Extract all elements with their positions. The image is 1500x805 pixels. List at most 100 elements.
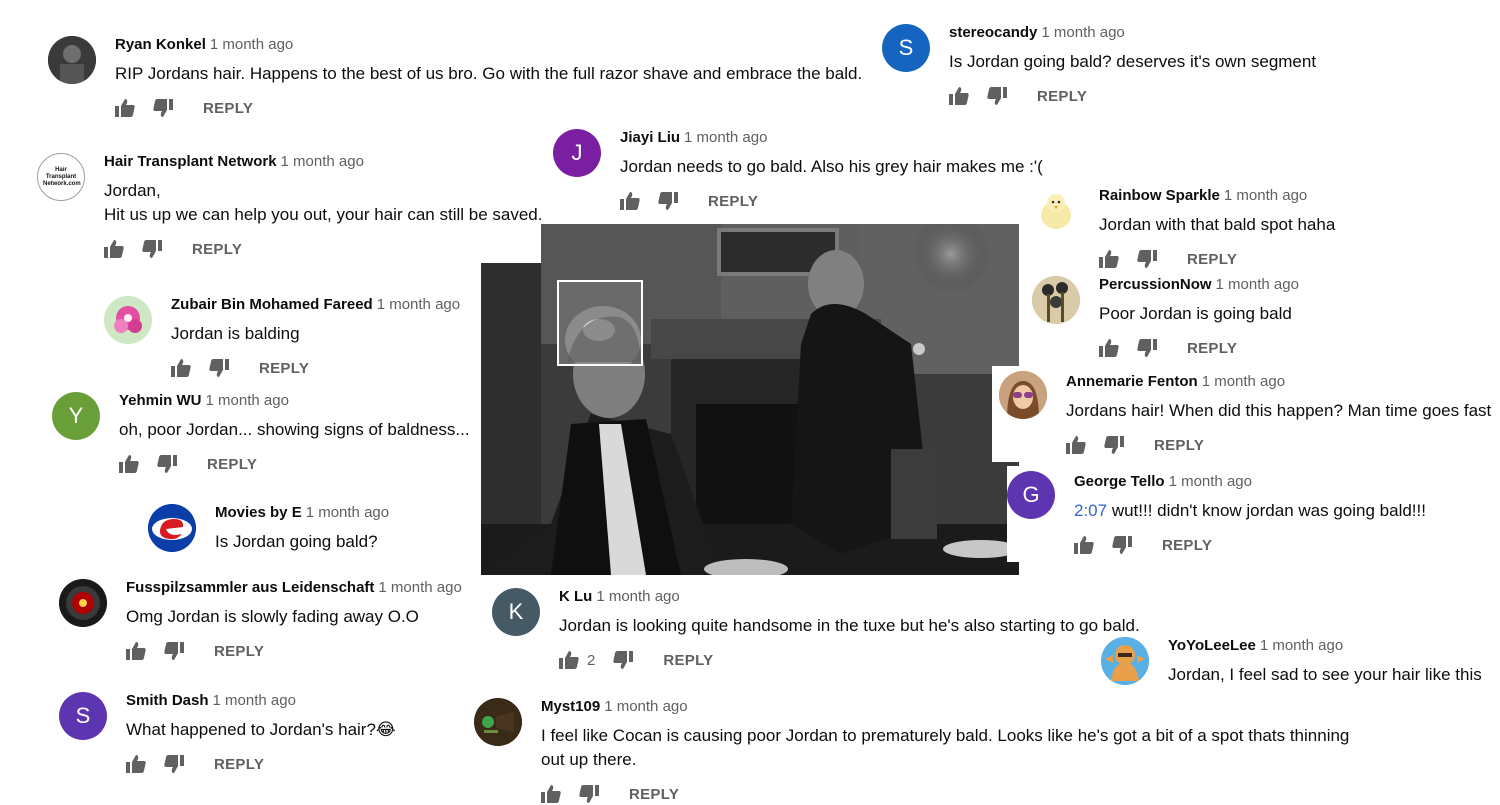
comment-time[interactable]: 1 month ago [684, 129, 767, 146]
avatar[interactable] [1032, 187, 1080, 235]
comment-author[interactable]: Rainbow Sparkle [1099, 187, 1220, 204]
drumsticks-icon [1032, 276, 1080, 324]
thumb-down-icon [1137, 250, 1157, 268]
like-button[interactable] [620, 192, 640, 210]
comment-time[interactable]: 1 month ago [604, 698, 687, 715]
comment-author[interactable]: stereocandy [949, 24, 1037, 41]
comment-author[interactable]: Hair Transplant Network [104, 153, 277, 170]
dislike-button[interactable] [142, 240, 162, 258]
comment-time[interactable]: 1 month ago [1224, 187, 1307, 204]
reply-button[interactable]: REPLY [708, 193, 758, 210]
dislike-button[interactable] [1104, 436, 1124, 454]
comment-author[interactable]: Yehmin WU [119, 392, 202, 409]
dislike-button[interactable] [579, 785, 599, 803]
comment-author[interactable]: George Tello [1074, 473, 1165, 490]
avatar[interactable] [104, 296, 152, 344]
dislike-button[interactable] [1137, 250, 1157, 268]
reply-button[interactable]: REPLY [192, 241, 242, 258]
comment-time[interactable]: 1 month ago [1041, 24, 1124, 41]
dislike-button[interactable] [1112, 536, 1132, 554]
avatar[interactable]: S [882, 24, 930, 72]
comment-time[interactable]: 1 month ago [210, 36, 293, 53]
timestamp-link[interactable]: 2:07 [1074, 501, 1107, 520]
comment-line: RIP Jordans hair. Happens to the best of… [115, 64, 863, 83]
reply-button[interactable]: REPLY [1187, 340, 1237, 357]
like-button[interactable]: 2 [559, 651, 595, 669]
like-button[interactable] [119, 455, 139, 473]
video-scene [481, 224, 1019, 575]
comment-time[interactable]: 1 month ago [213, 692, 296, 709]
avatar[interactable]: G [1007, 471, 1055, 519]
comment-time[interactable]: 1 month ago [378, 579, 461, 596]
dislike-button[interactable] [209, 359, 229, 377]
avatar[interactable] [1032, 276, 1080, 324]
comment-line: Jordan with that bald spot haha [1099, 215, 1336, 234]
thumb-up-icon [104, 240, 124, 258]
dislike-button[interactable] [164, 755, 184, 773]
comment-time[interactable]: 1 month ago [1216, 276, 1299, 293]
comment-author[interactable]: K Lu [559, 588, 592, 605]
reply-button[interactable]: REPLY [214, 756, 264, 773]
reply-button[interactable]: REPLY [1187, 251, 1237, 268]
avatar[interactable]: K [492, 588, 540, 636]
avatar[interactable] [999, 371, 1047, 419]
comment-author[interactable]: PercussionNow [1099, 276, 1212, 293]
dislike-button[interactable] [987, 87, 1007, 105]
comment-time[interactable]: 1 month ago [206, 392, 289, 409]
comment-hair-transplant-network: Hair Transplant Network.com Hair Transpl… [37, 153, 542, 261]
dislike-button[interactable] [153, 99, 173, 117]
reply-button[interactable]: REPLY [203, 100, 253, 117]
comment-author[interactable]: Annemarie Fenton [1066, 373, 1198, 390]
like-button[interactable] [126, 755, 146, 773]
comment-time[interactable]: 1 month ago [281, 153, 364, 170]
thumb-down-icon [209, 359, 229, 377]
avatar[interactable]: S [59, 692, 107, 740]
comment-author[interactable]: YoYoLeeLee [1168, 637, 1256, 654]
like-button[interactable] [104, 240, 124, 258]
like-button[interactable] [115, 99, 135, 117]
comment-time[interactable]: 1 month ago [1202, 373, 1285, 390]
like-button[interactable] [541, 785, 561, 803]
like-button[interactable] [126, 642, 146, 660]
like-button[interactable] [949, 87, 969, 105]
comment-time[interactable]: 1 month ago [306, 504, 389, 521]
comment-author[interactable]: Movies by E [215, 504, 302, 521]
reply-button[interactable]: REPLY [214, 643, 264, 660]
thumb-up-icon [1099, 250, 1119, 268]
dislike-button[interactable] [164, 642, 184, 660]
avatar[interactable] [59, 579, 107, 627]
comment-line: Jordan is balding [171, 324, 300, 343]
comment-time[interactable]: 1 month ago [377, 296, 460, 313]
like-button[interactable] [171, 359, 191, 377]
reply-button[interactable]: REPLY [663, 652, 713, 669]
like-button[interactable] [1074, 536, 1094, 554]
comment-author[interactable]: Fusspilzsammler aus Leidenschaft [126, 579, 374, 596]
comment-author[interactable]: Ryan Konkel [115, 36, 206, 53]
comment-time[interactable]: 1 month ago [596, 588, 679, 605]
like-button[interactable] [1099, 250, 1119, 268]
avatar[interactable] [48, 36, 96, 84]
avatar[interactable]: Hair Transplant Network.com [37, 153, 85, 201]
reply-button[interactable]: REPLY [207, 456, 257, 473]
reply-button[interactable]: REPLY [259, 360, 309, 377]
comment-author[interactable]: Smith Dash [126, 692, 209, 709]
dislike-button[interactable] [157, 455, 177, 473]
comment-author[interactable]: Jiayi Liu [620, 129, 680, 146]
reply-button[interactable]: REPLY [1162, 537, 1212, 554]
dislike-button[interactable] [613, 651, 634, 669]
avatar[interactable]: J [553, 129, 601, 177]
avatar[interactable] [1101, 637, 1149, 685]
dislike-button[interactable] [1137, 339, 1157, 357]
comment-time[interactable]: 1 month ago [1260, 637, 1343, 654]
comment-author[interactable]: Zubair Bin Mohamed Fareed [171, 296, 373, 313]
avatar[interactable] [148, 504, 196, 552]
avatar[interactable]: Y [52, 392, 100, 440]
comment-time[interactable]: 1 month ago [1169, 473, 1252, 490]
reply-button[interactable]: REPLY [1037, 88, 1087, 105]
dislike-button[interactable] [658, 192, 678, 210]
avatar[interactable] [474, 698, 522, 746]
like-button[interactable] [1066, 436, 1086, 454]
like-button[interactable] [1099, 339, 1119, 357]
comment-author[interactable]: Myst109 [541, 698, 600, 715]
reply-button[interactable]: REPLY [1154, 437, 1204, 454]
